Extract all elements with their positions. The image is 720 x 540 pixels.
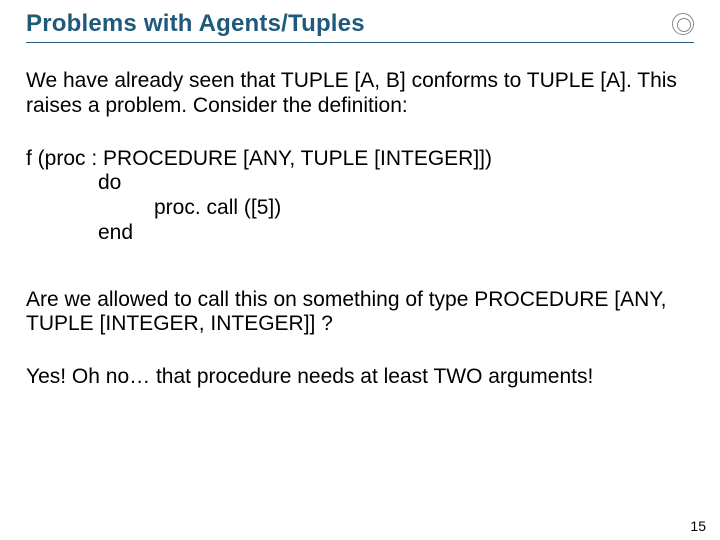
answer-paragraph: Yes! Oh no… that procedure needs at leas… [26, 365, 694, 390]
page-number: 15 [690, 518, 706, 534]
slide: Problems with Agents/Tuples We have alre… [0, 0, 720, 540]
intro-paragraph: We have already seen that TUPLE [A, B] c… [26, 69, 694, 119]
code-signature: f (proc : PROCEDURE [ANY, TUPLE [INTEGER… [26, 147, 694, 172]
slide-body: We have already seen that TUPLE [A, B] c… [26, 69, 694, 390]
code-block: f (proc : PROCEDURE [ANY, TUPLE [INTEGER… [26, 147, 694, 246]
code-call: proc. call ([5]) [154, 196, 694, 221]
question-paragraph: Are we allowed to call this on something… [26, 288, 694, 338]
slide-title: Problems with Agents/Tuples [26, 10, 365, 38]
circle-logo-icon [672, 13, 694, 35]
title-row: Problems with Agents/Tuples [26, 10, 694, 43]
code-end: end [98, 221, 694, 246]
code-do: do [98, 171, 694, 196]
